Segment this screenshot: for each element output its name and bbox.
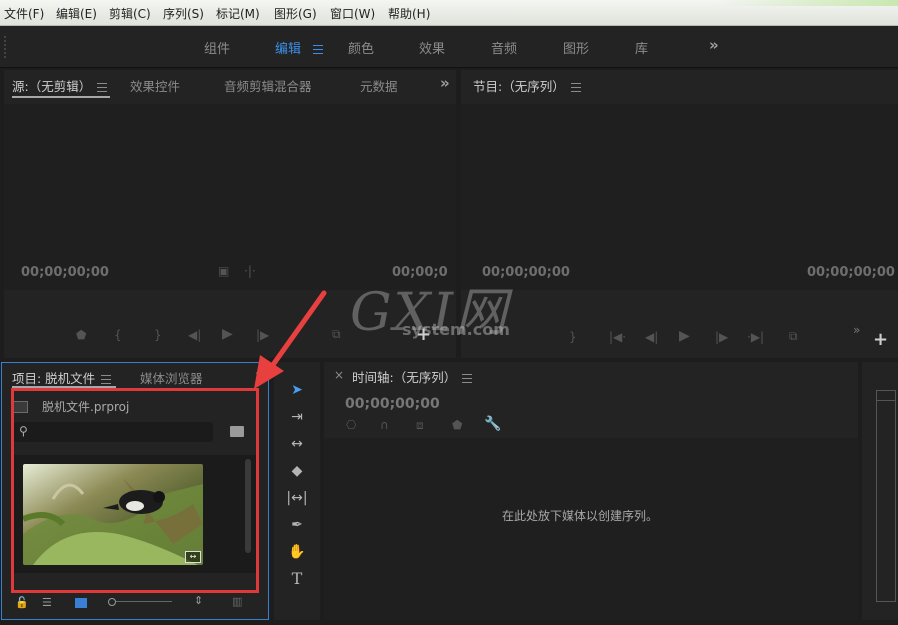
source-monitor-viewport [4,104,456,290]
timeline-panel: × 时间轴:（无序列） 00;00;00;00 ⎔ ∩ ⧈ ⬟ 🔧 在此处放下媒… [324,362,858,620]
tab-metadata[interactable]: 元数据 [360,76,398,95]
slip-tool-icon[interactable]: |↔| [285,487,309,509]
snap-icon[interactable]: ∩ [380,418,389,432]
audio-meter [876,390,896,602]
menu-window[interactable]: 窗口(W) [330,5,375,22]
mark-out-icon[interactable]: } [569,330,577,344]
highlight-box [11,388,259,593]
mark-out-icon[interactable]: } [154,328,162,342]
track-select-tool-icon[interactable]: ⇥ [285,406,309,428]
export-frame-icon[interactable]: ▣ [218,264,229,278]
window-title-strip [718,0,898,6]
wrench-icon[interactable]: 🔧 [484,416,501,432]
workspace-tab-assembly[interactable]: 组件 [204,38,230,57]
program-monitor-viewport [461,104,898,290]
timeline-drop-area[interactable] [324,438,858,620]
source-playhead-timecode[interactable]: 00;00;00;00 [21,265,109,280]
play-icon[interactable]: ▶ [222,326,233,342]
step-back-icon[interactable]: ◀| [188,328,201,342]
icon-view-icon[interactable] [75,598,87,608]
menu-graphics[interactable]: 图形(G) [274,5,317,22]
tab-audio-clip-mixer[interactable]: 音频剪辑混合器 [224,76,312,95]
type-tool-icon[interactable]: T [285,568,309,590]
audio-meter-panel [862,362,898,620]
step-forward-icon[interactable]: |▶ [715,330,728,344]
menu-help[interactable]: 帮助(H) [388,5,430,22]
nest-icon[interactable]: ⎔ [346,418,356,432]
zoom-slider-handle[interactable] [108,598,116,606]
lock-icon[interactable]: 🔓 [15,596,29,609]
workspace-menu-icon[interactable] [313,45,324,54]
watermark-domain: system.com [402,320,510,339]
export-frame-icon[interactable]: ⧉ [789,329,798,344]
panel-menu-icon[interactable] [570,83,581,92]
program-duration-timecode: 00;00;00;00 [807,265,895,280]
workspace-tab-graphics[interactable]: 图形 [563,38,589,57]
tab-timeline-label: 时间轴:（无序列） [352,370,457,385]
active-tab-underline [12,96,110,98]
menu-marker[interactable]: 标记(M) [216,5,260,22]
tab-source-label: 源:（无剪辑） [12,79,92,94]
red-arrow [254,290,327,389]
panel-menu-icon[interactable] [462,374,473,383]
watermark: GXI网 system.com [350,270,520,350]
step-back-icon[interactable]: ◀| [645,330,658,344]
workspace-tab-color[interactable]: 颜色 [348,38,374,57]
tab-program[interactable]: 节目:（无序列） [473,76,581,95]
timeline-drop-hint: 在此处放下媒体以创建序列。 [502,509,659,523]
menu-sequence[interactable]: 序列(S) [163,5,204,22]
hand-tool-icon[interactable]: ✋ [285,541,309,563]
tab-effect-controls[interactable]: 效果控件 [130,76,180,95]
add-marker-icon[interactable]: ⬟ [76,328,86,342]
timeline-timecode[interactable]: 00;00;00;00 [345,396,440,412]
linked-selection-icon[interactable]: ⧈ [416,418,424,433]
panel-menu-icon[interactable] [101,375,112,384]
zoom-slider-track[interactable] [116,601,172,602]
razor-tool-icon[interactable]: ◆ [285,460,309,482]
tools-panel: ➤ ⇥ ↔ ◆ |↔| ✒ ✋ T [274,362,320,620]
tab-timeline[interactable]: 时间轴:（无序列） [352,367,473,386]
insert-icon[interactable]: ·|· [244,264,256,278]
workspace-overflow-icon[interactable]: » [709,36,719,54]
workspace-tab-editing-label: 编辑 [275,42,302,57]
add-marker-icon[interactable]: ⬟ [452,418,462,432]
menu-bar: 文件(F) 编辑(E) 剪辑(C) 序列(S) 标记(M) 图形(G) 窗口(W… [0,0,898,26]
automate-icon[interactable]: ▥ [232,595,242,608]
go-to-in-icon[interactable]: |◀· [609,330,626,344]
play-icon[interactable]: ▶ [679,328,690,344]
workspace-bar: 组件 编辑 颜色 效果 音频 图形 库 » [0,26,898,68]
tab-program-label: 节目:（无序列） [473,79,565,94]
menu-edit[interactable]: 编辑(E) [56,5,97,22]
panel-menu-icon[interactable] [97,83,108,92]
tab-project[interactable]: 项目: 脱机文件 [12,368,112,387]
project-panel: 项目: 脱机文件 媒体浏览器 » 脱机文件.prproj ⚲ [1,362,269,620]
sort-icon[interactable]: ⇕ [194,594,203,607]
program-panel: 节目:（无序列） 00;00;00;00 00;00;00;00 } |◀· ◀… [461,70,898,358]
overflow-icon[interactable]: » [853,323,860,337]
workspace-tab-effects[interactable]: 效果 [419,38,445,57]
workspace-tab-editing[interactable]: 编辑 [275,38,324,57]
list-view-icon[interactable]: ☰ [42,596,52,609]
panel-overflow-icon[interactable]: » [440,74,450,92]
meter-divider [876,400,896,401]
ripple-edit-tool-icon[interactable]: ↔ [285,433,309,455]
tab-media-browser[interactable]: 媒体浏览器 [140,368,203,387]
menu-clip[interactable]: 剪辑(C) [109,5,151,22]
tab-source[interactable]: 源:（无剪辑） [12,76,108,95]
workspace-tab-libraries[interactable]: 库 [635,38,648,57]
menu-file[interactable]: 文件(F) [4,5,44,22]
grip-handle[interactable] [4,36,6,58]
go-to-out-icon[interactable]: ·▶| [747,330,764,344]
workspace-tab-audio[interactable]: 音频 [491,38,517,57]
tab-project-label: 项目: 脱机文件 [12,371,96,386]
mark-in-icon[interactable]: { [114,328,122,342]
add-button-icon[interactable]: + [873,329,888,350]
pen-tool-icon[interactable]: ✒ [285,514,309,536]
